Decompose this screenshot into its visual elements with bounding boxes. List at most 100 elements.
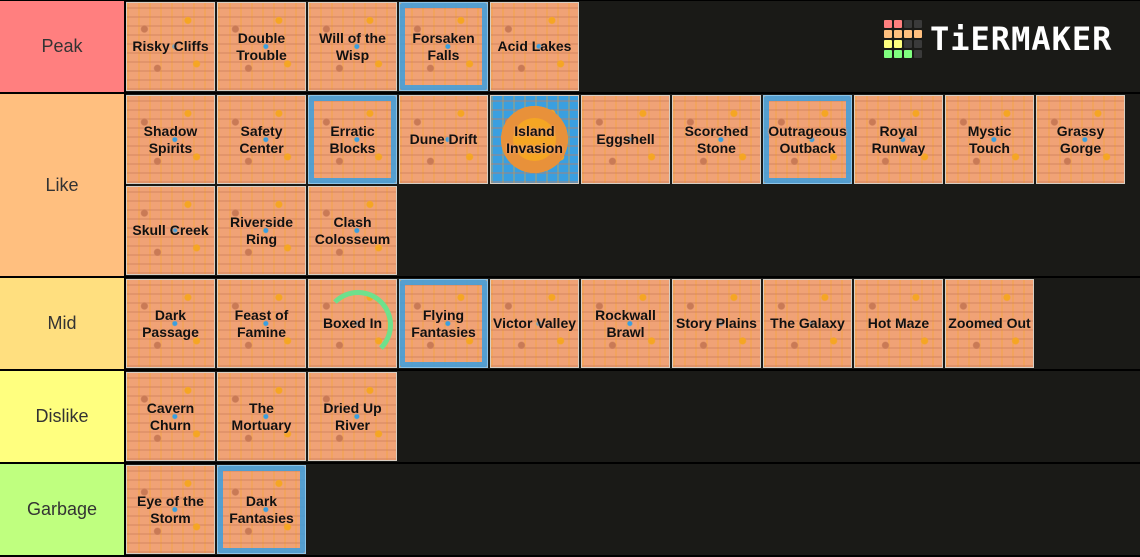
map-name: Will of the Wisp [319, 29, 386, 63]
tier-items-like: Shadow Spirits Safety Center Erratic Blo… [126, 94, 1140, 276]
map-name: Mystic Touch [967, 122, 1012, 156]
logo-grid-icon [884, 20, 922, 58]
map-tile[interactable]: Boxed In [308, 279, 397, 368]
map-name: Flying Fantasies [411, 306, 476, 340]
map-name: Royal Runway [871, 122, 926, 156]
map-name: Dune Drift [409, 131, 478, 147]
map-tile[interactable]: Shadow Spirits [126, 95, 215, 184]
map-name: Safety Center [239, 122, 284, 156]
map-tile[interactable]: Grassy Gorge [1036, 95, 1125, 184]
logo-grid-cell [914, 50, 922, 58]
logo-grid-cell [894, 30, 902, 38]
tier-row-garbage: Garbage Eye of the Storm Dark Fantasies [0, 464, 1140, 557]
logo-grid-cell [904, 20, 912, 28]
logo-grid-cell [894, 20, 902, 28]
map-tile[interactable]: Clash Colosseum [308, 186, 397, 275]
map-name: Story Plains [676, 315, 757, 331]
map-tile[interactable]: Dark Passage [126, 279, 215, 368]
map-name: Victor Valley [493, 315, 577, 331]
map-name: Eye of the Storm [137, 492, 204, 526]
map-tile[interactable]: Skull Creek [126, 186, 215, 275]
map-name: Zoomed Out [948, 315, 1031, 331]
map-tile[interactable]: Mystic Touch [945, 95, 1034, 184]
map-tile[interactable]: Royal Runway [854, 95, 943, 184]
map-tile[interactable]: Feast of Famine [217, 279, 306, 368]
map-tile[interactable]: Rockwall Brawl [581, 279, 670, 368]
map-name: Boxed In [322, 315, 383, 331]
map-name: Feast of Famine [234, 306, 289, 340]
map-tile[interactable]: Cavern Churn [126, 372, 215, 461]
tier-row-dislike: Dislike Cavern Churn The Mortuary Dried … [0, 371, 1140, 464]
tier-items-garbage: Eye of the Storm Dark Fantasies [126, 464, 1140, 555]
logo-grid-cell [904, 30, 912, 38]
logo-grid-cell [884, 20, 892, 28]
map-tile[interactable]: Zoomed Out [945, 279, 1034, 368]
map-tile[interactable]: Flying Fantasies [399, 279, 488, 368]
map-name: Island Invasion [506, 122, 563, 156]
logo-grid-cell [914, 30, 922, 38]
map-name: Grassy Gorge [1056, 122, 1105, 156]
logo-grid-cell [884, 30, 892, 38]
map-name: Dark Passage [142, 306, 199, 340]
map-name: Dark Fantasies [229, 492, 294, 526]
map-tile[interactable]: Hot Maze [854, 279, 943, 368]
map-name: Skull Creek [132, 222, 209, 238]
tier-row-like: Like Shadow Spirits Safety Center Errati… [0, 94, 1140, 278]
logo-grid-cell [914, 20, 922, 28]
map-name: Dried Up River [323, 399, 382, 433]
map-tile[interactable]: Forsaken Falls [399, 2, 488, 91]
map-tile[interactable]: Risky Cliffs [126, 2, 215, 91]
tier-label-mid[interactable]: Mid [0, 278, 126, 369]
map-tile[interactable]: Erratic Blocks [308, 95, 397, 184]
logo-grid-cell [914, 40, 922, 48]
map-name: Outrageous Outback [768, 122, 847, 156]
map-name: Riverside Ring [229, 213, 294, 247]
map-name: Clash Colosseum [314, 213, 391, 247]
logo-grid-cell [894, 40, 902, 48]
map-tile[interactable]: Safety Center [217, 95, 306, 184]
map-name: Forsaken Falls [412, 29, 475, 63]
logo-grid-cell [894, 50, 902, 58]
map-tile[interactable]: Island Invasion [490, 95, 579, 184]
map-tile[interactable]: Riverside Ring [217, 186, 306, 275]
map-tile[interactable]: Dune Drift [399, 95, 488, 184]
map-name: Scorched Stone [684, 122, 749, 156]
tier-label-garbage[interactable]: Garbage [0, 464, 126, 555]
map-tile[interactable]: The Galaxy [763, 279, 852, 368]
tier-label-dislike[interactable]: Dislike [0, 371, 126, 462]
logo-grid-cell [884, 40, 892, 48]
map-name: The Galaxy [770, 315, 845, 331]
tier-label-peak[interactable]: Peak [0, 1, 126, 92]
map-tile[interactable]: Double Trouble [217, 2, 306, 91]
map-name: Erratic Blocks [329, 122, 376, 156]
map-tile[interactable]: Story Plains [672, 279, 761, 368]
map-name: Acid Lakes [497, 38, 572, 54]
logo-grid-cell [904, 50, 912, 58]
map-tile[interactable]: Victor Valley [490, 279, 579, 368]
tiermaker-logo[interactable]: TiERMAKER [884, 20, 1112, 58]
map-name: Eggshell [596, 131, 655, 147]
tier-list: Peak Risky Cliffs Double Trouble Will of… [0, 0, 1140, 557]
map-tile[interactable]: Will of the Wisp [308, 2, 397, 91]
map-name: Cavern Churn [146, 399, 195, 433]
tier-label-like[interactable]: Like [0, 94, 126, 276]
map-name: The Mortuary [231, 399, 292, 433]
map-tile[interactable]: Scorched Stone [672, 95, 761, 184]
tier-items-dislike: Cavern Churn The Mortuary Dried Up River [126, 371, 1140, 462]
tier-items-mid: Dark Passage Feast of Famine Boxed In Fl… [126, 278, 1140, 369]
map-tile[interactable]: Dried Up River [308, 372, 397, 461]
logo-text: TiERMAKER [930, 20, 1113, 58]
map-name: Hot Maze [867, 315, 930, 331]
map-tile[interactable]: Acid Lakes [490, 2, 579, 91]
map-name: Risky Cliffs [132, 38, 209, 54]
map-tile[interactable]: Outrageous Outback [763, 95, 852, 184]
map-tile[interactable]: Eggshell [581, 95, 670, 184]
logo-grid-cell [884, 50, 892, 58]
map-tile[interactable]: Eye of the Storm [126, 465, 215, 554]
map-name: Double Trouble [236, 29, 287, 63]
map-tile[interactable]: Dark Fantasies [217, 465, 306, 554]
map-tile[interactable]: The Mortuary [217, 372, 306, 461]
map-name: Shadow Spirits [143, 122, 198, 156]
tier-row-mid: Mid Dark Passage Feast of Famine Boxed I… [0, 278, 1140, 371]
map-name: Rockwall Brawl [595, 306, 656, 340]
